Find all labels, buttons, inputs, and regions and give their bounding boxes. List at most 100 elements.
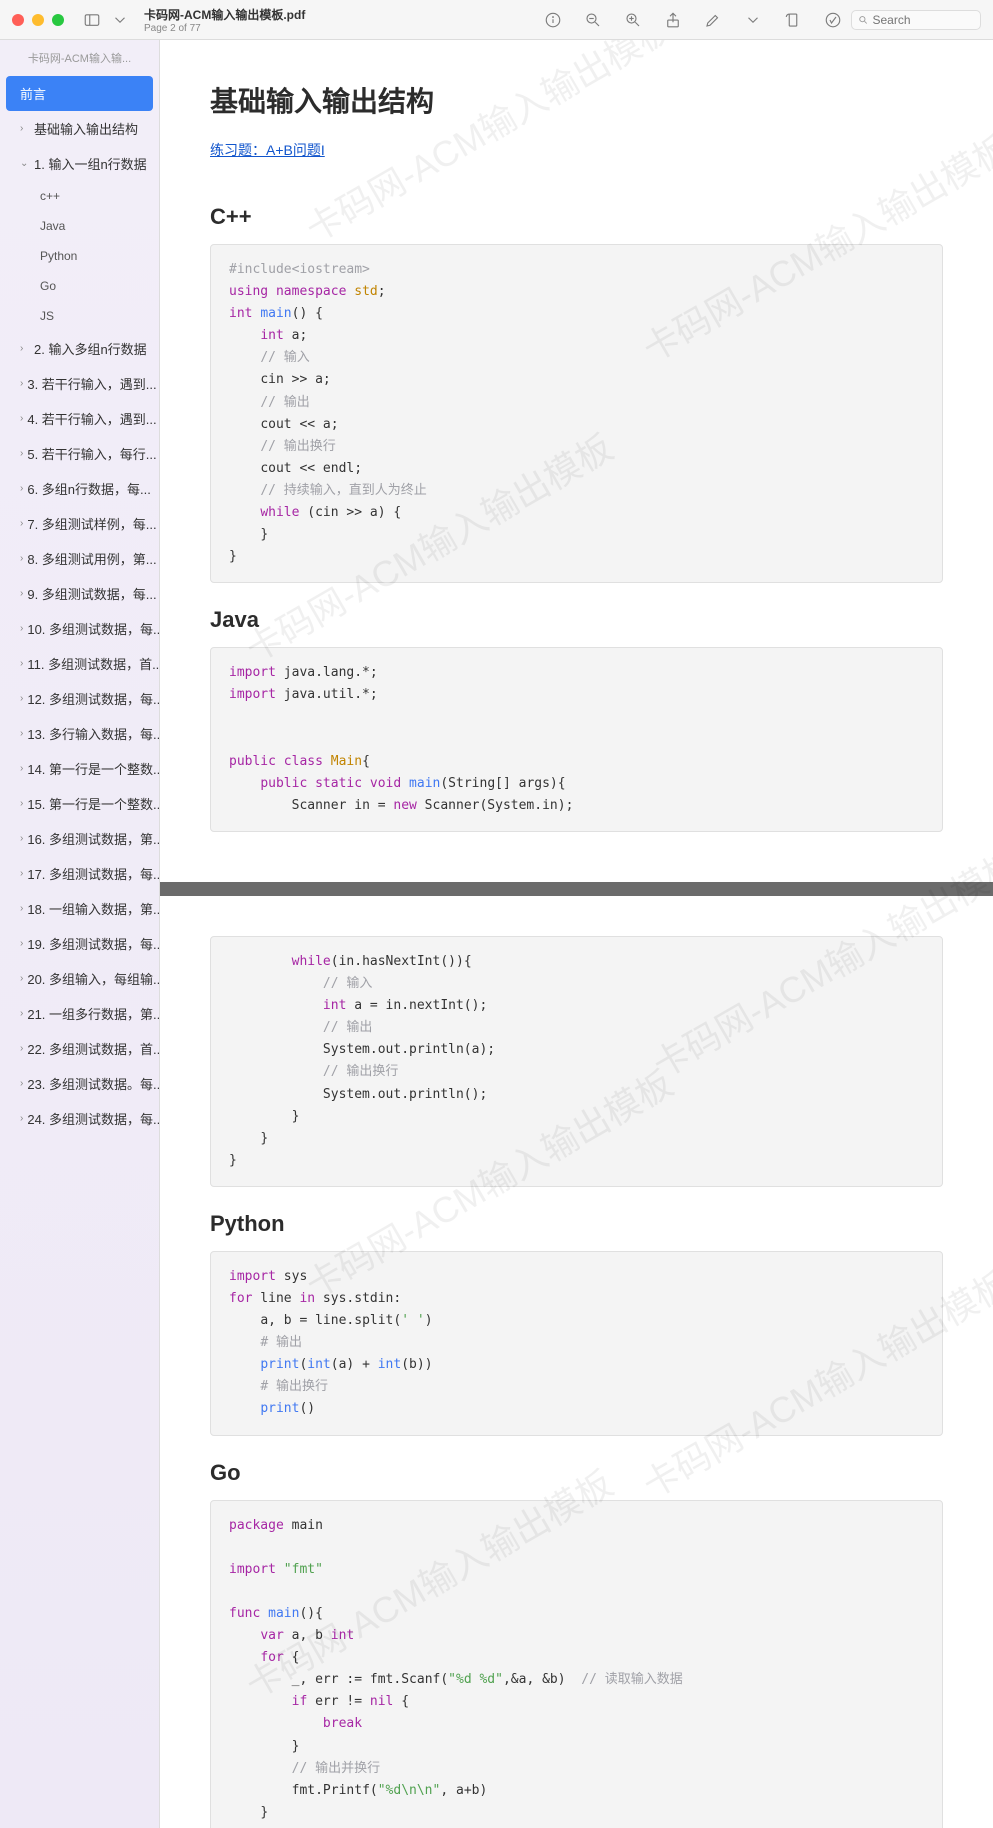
sidebar-item[interactable]: ›19. 多组测试数据，每... (0, 926, 159, 961)
sidebar-item[interactable]: › 16. 多组测试数据，第... (0, 821, 159, 856)
zoom-out-icon[interactable] (583, 10, 603, 30)
sidebar-item[interactable]: ›6. 多组n行数据，每... (0, 471, 159, 506)
chevron-icon: › (20, 1113, 23, 1124)
sidebar-item[interactable]: › 20. 多组输入，每组输... (0, 961, 159, 996)
sidebar-item[interactable]: ⌄ 1. 输入一组n行数据 (0, 146, 159, 181)
chevron-icon: › (20, 413, 23, 424)
pdf-page: 卡码网-ACM输入输出模板 卡码网-ACM输入输出模板 卡码网-ACM输入输出模… (160, 896, 993, 1828)
sidebar-item[interactable]: › 4. 若干行输入，遇到... (0, 401, 159, 436)
sidebar-item-label: 21. 一组多行数据，第... (27, 1004, 159, 1023)
share-icon[interactable] (663, 10, 683, 30)
sidebar-item[interactable]: › 23. 多组测试数据。每... (0, 1066, 159, 1101)
sidebar-item-child[interactable]: JS (0, 301, 159, 331)
sidebar-item-child[interactable]: Java (0, 211, 159, 241)
pdf-page: 卡码网-ACM输入输出模板 卡码网-ACM输入输出模板 卡码网-ACM输入输出模… (160, 40, 993, 882)
sidebar-item[interactable]: ›12. 多组测试数据，每... (0, 681, 159, 716)
sidebar-item-label: 15. 第一行是一个整数... (27, 794, 159, 813)
sidebar-item-label: 18. 一组输入数据，第... (27, 899, 159, 918)
chevron-icon: › (20, 868, 23, 879)
python-code-block: import sys for line in sys.stdin: a, b =… (210, 1251, 943, 1436)
sidebar-item[interactable]: ›13. 多行输入数据，每... (0, 716, 159, 751)
sidebar-item-label: 20. 多组输入，每组输... (27, 969, 159, 988)
sidebar-item[interactable]: ›17. 多组测试数据，每... (0, 856, 159, 891)
chevron-icon: › (20, 763, 23, 774)
sidebar-item-label: 前言 (20, 84, 46, 103)
search-icon (858, 14, 869, 26)
document-title: 卡码网-ACM输入输出模板.pdf Page 2 of 77 (144, 6, 305, 34)
sidebar-item-label: 4. 若干行输入，遇到... (27, 409, 156, 428)
pdf-content-area[interactable]: 卡码网-ACM输入输出模板 卡码网-ACM输入输出模板 卡码网-ACM输入输出模… (160, 40, 993, 1828)
sidebar-item[interactable]: › 18. 一组输入数据，第... (0, 891, 159, 926)
page-title: 基础输入输出结构 (210, 80, 943, 120)
chevron-icon: › (20, 448, 23, 459)
titlebar: 卡码网-ACM输入输出模板.pdf Page 2 of 77 (0, 0, 993, 40)
sidebar-item[interactable]: ›15. 第一行是一个整数... (0, 786, 159, 821)
sidebar-item-label: 5. 若干行输入，每行... (27, 444, 156, 463)
chevron-icon: › (20, 1078, 23, 1089)
chevron-icon: › (20, 483, 23, 494)
sidebar-item-label: 9. 多组测试数据，每... (27, 584, 156, 603)
sidebar-item-label: 23. 多组测试数据。每... (27, 1074, 159, 1093)
sidebar-item-label: 16. 多组测试数据，第... (27, 829, 159, 848)
chevron-icon: › (20, 553, 23, 564)
chevron-down-icon[interactable] (110, 10, 130, 30)
sidebar-item-child[interactable]: Go (0, 271, 159, 301)
markup-icon[interactable] (823, 10, 843, 30)
java-code-block-2: while(in.hasNextInt()){ // 输入 int a = in… (210, 936, 943, 1187)
chevron-icon: › (20, 833, 23, 844)
sidebar-item[interactable]: › 8. 多组测试用例，第... (0, 541, 159, 576)
sidebar-item[interactable]: ›22. 多组测试数据，首... (0, 1031, 159, 1066)
chevron-icon: › (20, 623, 23, 634)
sidebar-item[interactable]: ›14. 第一行是一个整数... (0, 751, 159, 786)
sidebar-item-child[interactable]: c++ (0, 181, 159, 211)
zoom-in-icon[interactable] (623, 10, 643, 30)
sidebar-item[interactable]: ›3. 若干行输入，遇到... (0, 366, 159, 401)
java-code-block-1: import java.lang.*; import java.util.*; … (210, 647, 943, 832)
chevron-icon: ⌄ (20, 158, 30, 169)
window-controls (12, 14, 64, 26)
highlight-icon[interactable] (703, 10, 723, 30)
go-code-block: package main import "fmt" func main(){ v… (210, 1500, 943, 1828)
sidebar-item[interactable]: ›21. 一组多行数据，第... (0, 996, 159, 1031)
chevron-icon: › (20, 518, 23, 529)
maximize-window-button[interactable] (52, 14, 64, 26)
sidebar-item[interactable]: › 5. 若干行输入，每行... (0, 436, 159, 471)
sidebar-item[interactable]: 前言 (6, 76, 153, 111)
java-heading: Java (210, 607, 943, 633)
sidebar-item[interactable]: ›基础输入输出结构 (0, 111, 159, 146)
info-icon[interactable] (543, 10, 563, 30)
chevron-down-icon[interactable] (743, 10, 763, 30)
search-field[interactable] (873, 13, 975, 27)
sidebar-item-label: 8. 多组测试用例，第... (27, 549, 156, 568)
sidebar-item[interactable]: ›2. 输入多组n行数据 (0, 331, 159, 366)
chevron-icon: › (20, 973, 23, 984)
sidebar-item-label: 基础输入输出结构 (34, 119, 138, 138)
minimize-window-button[interactable] (32, 14, 44, 26)
sidebar-item-label: 13. 多行输入数据，每... (27, 724, 159, 743)
page-info-label: Page 2 of 77 (144, 23, 305, 34)
sidebar-item-label: 10. 多组测试数据，每... (27, 619, 159, 638)
sidebar-item[interactable]: ›9. 多组测试数据，每... (0, 576, 159, 611)
cpp-heading: C++ (210, 204, 943, 230)
sidebar-item[interactable]: › 10. 多组测试数据，每... (0, 611, 159, 646)
sidebar-item[interactable]: ›24. 多组测试数据，每... (0, 1101, 159, 1136)
practice-link[interactable]: 练习题：A+B问题I (210, 140, 325, 160)
sidebar-item-label: 22. 多组测试数据，首... (27, 1039, 159, 1058)
sidebar-item-label: 1. 输入一组n行数据 (34, 154, 147, 173)
search-input[interactable] (851, 10, 981, 30)
rotate-icon[interactable] (783, 10, 803, 30)
sidebar-item[interactable]: › 7. 多组测试样例，每... (0, 506, 159, 541)
toolbar-icons (543, 10, 843, 30)
outline-sidebar: 卡码网-ACM输入输... 前言›基础输入输出结构⌄1. 输入一组n行数据c++… (0, 40, 160, 1828)
sidebar-toggle-icon[interactable] (82, 10, 102, 30)
chevron-icon: › (20, 693, 23, 704)
sidebar-item-label: 11. 多组测试数据，首... (27, 654, 159, 673)
sidebar-item-child[interactable]: Python (0, 241, 159, 271)
sidebar-header: 卡码网-ACM输入输... (0, 40, 159, 76)
close-window-button[interactable] (12, 14, 24, 26)
sidebar-item-label: 7. 多组测试样例，每... (27, 514, 156, 533)
sidebar-item[interactable]: ›11. 多组测试数据，首... (0, 646, 159, 681)
go-heading: Go (210, 1460, 943, 1486)
sidebar-item-label: 19. 多组测试数据，每... (27, 934, 159, 953)
chevron-icon: › (20, 903, 23, 914)
